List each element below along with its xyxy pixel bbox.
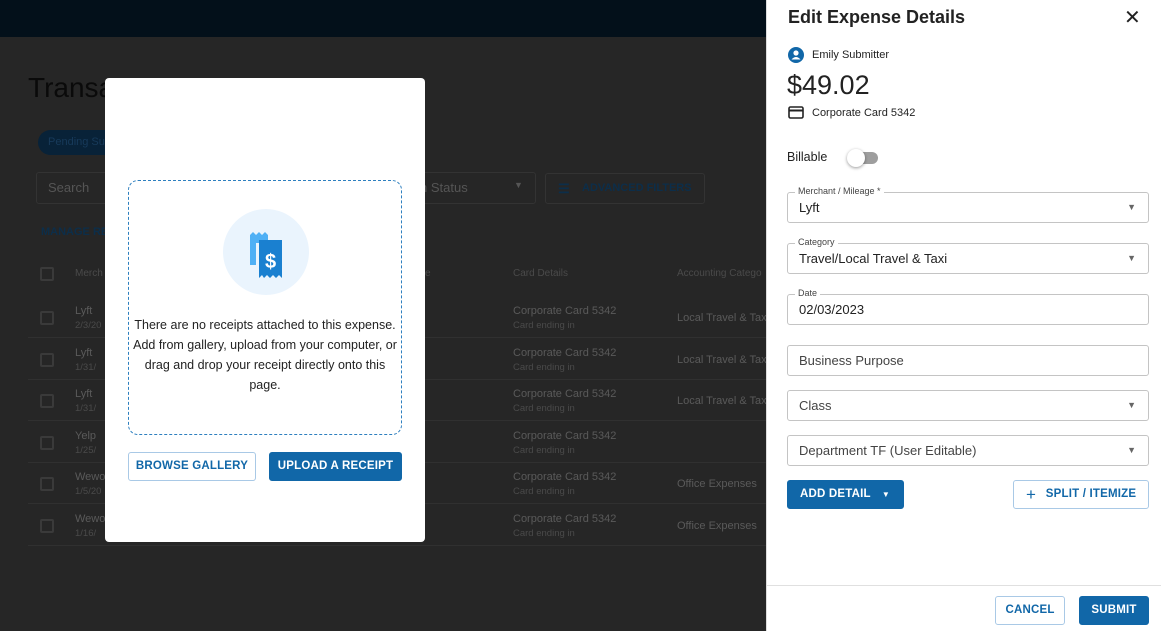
chevron-down-icon: ▼ xyxy=(1127,253,1136,263)
row-date: 2/3/20 xyxy=(75,320,102,331)
billable-toggle[interactable] xyxy=(847,149,878,167)
row-date: 1/16/ xyxy=(75,528,97,539)
advanced-filters-button: ☰ ADVANCED FILTERS xyxy=(545,173,705,204)
chevron-down-icon: ▼ xyxy=(1127,202,1136,212)
row-category: Local Travel & Tax xyxy=(677,312,766,324)
row-card-sub: Card ending in xyxy=(513,444,575,456)
date-label: Date xyxy=(795,287,821,299)
card-info: Corporate Card 5342 xyxy=(788,106,915,119)
no-receipts-message: There are no receipts attached to this e… xyxy=(133,318,397,392)
row-checkbox xyxy=(40,311,54,325)
business-purpose-input[interactable]: Business Purpose xyxy=(787,345,1149,376)
chevron-down-icon: ▼ xyxy=(1127,445,1136,455)
receipt-modal: $ There are no receipts attached to this… xyxy=(105,78,425,542)
row-checkbox xyxy=(40,519,54,533)
row-card-sub: Card ending in xyxy=(513,403,575,415)
row-merchant: Lyft xyxy=(75,346,93,359)
row-merchant: Wewo xyxy=(75,471,106,484)
panel-title: Edit Expense Details xyxy=(788,7,966,27)
submitter-name: Emily Submitter xyxy=(812,49,890,61)
row-merchant: Lyft xyxy=(75,305,93,317)
row-merchant: Lyft xyxy=(75,388,93,401)
merchant-label: Merchant / Mileage * xyxy=(795,185,884,197)
category-select[interactable]: Category Travel/Local Travel & Taxi ▼ xyxy=(787,236,1149,274)
chevron-down-icon: ▼ xyxy=(1127,400,1136,410)
edit-expense-panel: Edit Expense Details ✕ Emily Submitter $… xyxy=(766,0,1161,631)
row-category: Local Travel & Tax xyxy=(677,353,766,366)
row-date: 1/5/20 xyxy=(75,486,102,498)
row-card: Corporate Card 5342 xyxy=(513,346,617,359)
department-select[interactable]: Department TF (User Editable) ▼ xyxy=(787,435,1149,466)
user-icon xyxy=(788,47,804,63)
expense-amount: $49.02 xyxy=(787,70,870,100)
category-label: Category xyxy=(795,236,838,248)
row-card: Corporate Card 5342 xyxy=(513,471,617,484)
business-purpose-placeholder: Business Purpose xyxy=(799,353,904,368)
row-card: Corporate Card 5342 xyxy=(513,388,617,401)
row-merchant: Wewo xyxy=(75,513,106,525)
receipt-dollar-icon: $ xyxy=(223,209,309,295)
toggle-knob xyxy=(847,149,865,167)
date-value: 02/03/2023 xyxy=(799,302,865,317)
submit-button[interactable]: SUBMIT xyxy=(1079,596,1149,625)
merchant-value: Lyft xyxy=(799,200,820,215)
browse-gallery-button[interactable]: BROWSE GALLERY xyxy=(128,452,256,481)
top-bar xyxy=(0,0,766,37)
row-card-sub: Card ending in xyxy=(513,486,575,498)
billable-label: Billable xyxy=(787,150,828,164)
row-checkbox xyxy=(40,352,54,367)
add-detail-label: ADD DETAIL xyxy=(800,488,871,500)
row-card-sub: Card ending in xyxy=(513,320,575,331)
plus-icon: + xyxy=(1026,485,1037,504)
status-filter: n Status xyxy=(420,180,468,195)
row-checkbox xyxy=(40,435,54,450)
row-card: Corporate Card 5342 xyxy=(513,429,617,442)
date-field[interactable]: Date 02/03/2023 xyxy=(787,287,1149,325)
row-date: 1/31/ xyxy=(75,403,97,415)
row-checkbox xyxy=(40,477,54,492)
class-placeholder: Class xyxy=(799,398,832,413)
caret-down-icon: ▼ xyxy=(881,490,890,499)
row-category: Local Travel & Tax xyxy=(677,395,766,408)
row-card: Corporate Card 5342 xyxy=(513,513,617,525)
page-title: Transa xyxy=(28,72,115,103)
row-merchant: Yelp xyxy=(75,429,97,442)
row-date: 1/25/ xyxy=(75,444,97,456)
row-checkbox xyxy=(40,394,54,409)
footer-divider xyxy=(767,585,1161,586)
receipt-drop-zone[interactable]: $ There are no receipts attached to this… xyxy=(128,180,402,435)
card-name: Corporate Card 5342 xyxy=(812,106,916,119)
submitter: Emily Submitter xyxy=(788,47,889,63)
row-card-sub: Card ending in xyxy=(513,528,575,539)
header-col: e xyxy=(425,268,431,279)
upload-receipt-button[interactable]: UPLOAD A RECEIPT xyxy=(269,452,402,481)
advanced-filters-label: ADVANCED FILTERS xyxy=(582,182,692,194)
row-category: Office Expenses xyxy=(677,478,757,491)
cancel-button[interactable]: CANCEL xyxy=(995,596,1065,625)
class-select[interactable]: Class ▼ xyxy=(787,390,1149,421)
add-detail-button[interactable]: ADD DETAIL ▼ xyxy=(787,480,904,509)
header-card-details: Card Details xyxy=(513,268,569,279)
row-category: Office Expenses xyxy=(677,520,757,532)
merchant-select[interactable]: Merchant / Mileage * Lyft ▼ xyxy=(787,185,1149,223)
select-all-checkbox xyxy=(40,267,54,281)
close-icon[interactable]: ✕ xyxy=(1124,5,1141,30)
row-date: 1/31/ xyxy=(75,361,97,373)
split-label: SPLIT / ITEMIZE xyxy=(1045,488,1137,500)
category-value: Travel/Local Travel & Taxi xyxy=(799,251,948,266)
svg-text:$: $ xyxy=(265,251,276,273)
row-card-sub: Card ending in xyxy=(513,361,575,373)
split-itemize-button[interactable]: + SPLIT / ITEMIZE xyxy=(1013,480,1149,509)
department-placeholder: Department TF (User Editable) xyxy=(799,443,977,458)
header-merchant: Merch xyxy=(75,268,103,279)
manage-link: MANAGE RE xyxy=(41,226,109,238)
row-card: Corporate Card 5342 xyxy=(513,305,617,317)
credit-card-icon xyxy=(788,106,804,119)
header-accounting: Accounting Catego xyxy=(677,268,762,279)
filter-icon: ☰ xyxy=(558,181,570,196)
chevron-down-icon: ▼ xyxy=(514,180,523,190)
